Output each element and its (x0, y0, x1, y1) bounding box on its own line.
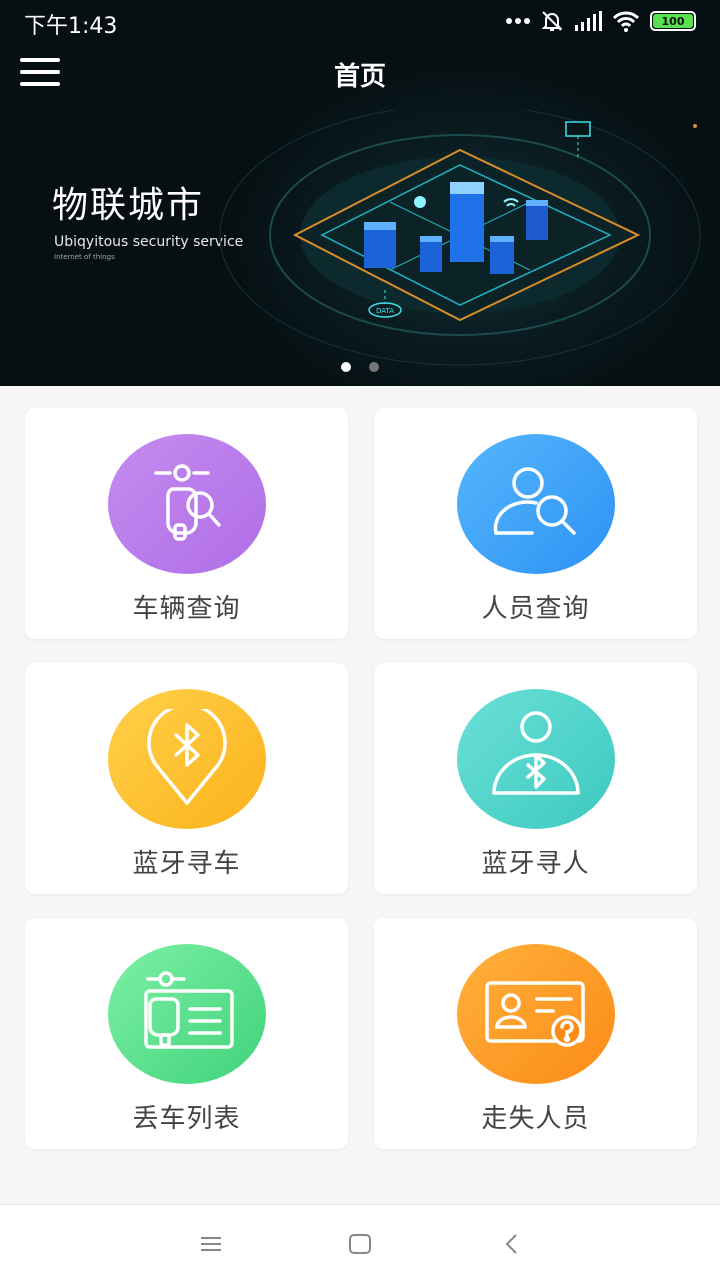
hero-banner[interactable]: 下午1:43 100 首页 物联城市 Ubiqyitous security s… (0, 0, 720, 386)
missing-person-card[interactable]: 走失人员 (374, 918, 697, 1149)
banner-title: 物联城市 (52, 185, 205, 226)
scooter-search-icon (108, 434, 266, 574)
app-bar: 首页 (0, 44, 720, 104)
battery-level: 100 (653, 14, 693, 28)
scooter-card-icon (108, 944, 266, 1084)
signal-icon (575, 11, 602, 31)
banner-dot-1[interactable] (341, 362, 351, 372)
bluetooth-vehicle-label: 蓝牙寻车 (132, 849, 241, 879)
bluetooth-location-icon (108, 689, 266, 829)
smart-city-illustration: DATA (219, 110, 701, 366)
person-query-card[interactable]: 人员查询 (374, 408, 697, 639)
system-nav-bar (0, 1204, 720, 1280)
vehicle-query-label: 车辆查询 (132, 594, 241, 624)
mute-bell-icon (541, 11, 563, 31)
back-button[interactable] (492, 1229, 532, 1259)
status-time: 下午1:43 (24, 14, 118, 39)
status-icons: 100 (506, 9, 696, 33)
person-search-icon (457, 434, 615, 574)
battery-icon: 100 (650, 11, 696, 31)
feature-grid: 车辆查询 人员查询 蓝牙寻车 蓝牙寻人 丢车列表 走失人员 (25, 408, 697, 1149)
bluetooth-person-label: 蓝牙寻人 (481, 849, 590, 879)
lost-vehicle-list-card[interactable]: 丢车列表 (25, 918, 348, 1149)
home-square-icon (349, 1234, 371, 1254)
home-button[interactable] (340, 1229, 380, 1259)
banner-dot-2[interactable] (369, 362, 379, 372)
vehicle-query-card[interactable]: 车辆查询 (25, 408, 348, 639)
person-query-label: 人员查询 (481, 594, 590, 624)
lost-vehicle-list-label: 丢车列表 (132, 1104, 241, 1134)
banner-pagination (0, 362, 720, 372)
bluetooth-person-card[interactable]: 蓝牙寻人 (374, 663, 697, 894)
bluetooth-person-icon (457, 689, 615, 829)
id-card-question-icon (457, 944, 615, 1084)
more-dots-icon (506, 18, 530, 24)
menu-icon (201, 1237, 221, 1251)
wifi-icon (612, 11, 640, 32)
status-bar: 下午1:43 100 (0, 0, 720, 44)
back-chevron-icon (505, 1234, 517, 1254)
recent-apps-button[interactable] (191, 1229, 231, 1259)
page-title: 首页 (333, 62, 386, 92)
banner-tagline: Internet of things (54, 253, 115, 261)
missing-person-label: 走失人员 (481, 1104, 590, 1134)
data-cloud-label: DATA (376, 307, 394, 315)
bluetooth-vehicle-card[interactable]: 蓝牙寻车 (25, 663, 348, 894)
